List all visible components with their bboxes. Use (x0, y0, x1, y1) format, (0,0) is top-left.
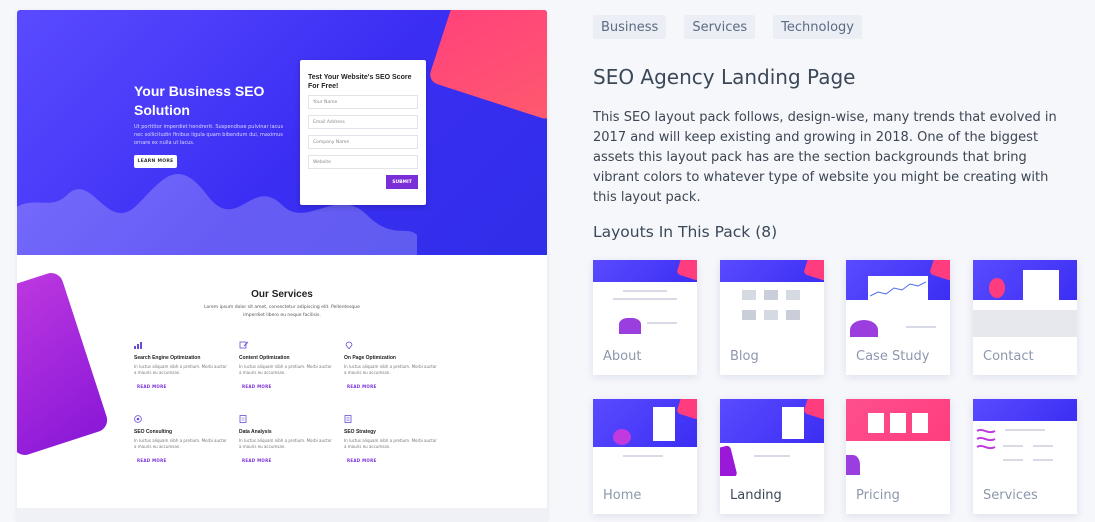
service-item: SEO Consulting In luctus aliquam nibh a … (134, 415, 229, 463)
read-more-link[interactable]: READ MORE (134, 458, 229, 463)
service-name: On Page Optimization (344, 355, 396, 361)
service-name: SEO Consulting (134, 429, 173, 435)
page-title: SEO Agency Landing Page (593, 65, 856, 89)
service-item: Data Analysis In luctus aliquam nibh a p… (239, 415, 334, 463)
submit-button[interactable]: SUBMIT (386, 175, 418, 189)
service-desc: In luctus aliquam nibh a pretium. Morbi … (134, 364, 227, 375)
layout-card-contact[interactable]: Contact (973, 260, 1077, 375)
layout-thumbnail (720, 399, 824, 476)
preview-services-section: Our Services Lorem ipsum dolor sit amet,… (17, 255, 547, 522)
hero-text: Ut porttitor imperdiet hendrerit. Suspen… (134, 124, 284, 146)
hero-title: Your Business SEO Solution (134, 83, 265, 118)
preview-hero-section: Your Business SEO Solution Ut porttitor … (17, 10, 547, 255)
service-desc: In luctus aliquam nibh a pretium. Morbi … (239, 364, 332, 375)
document-icon (239, 415, 249, 423)
layout-preview[interactable]: Your Business SEO Solution Ut porttitor … (17, 10, 547, 522)
layout-card-label: Case Study (856, 348, 930, 364)
service-item: SEO Strategy In luctus aliquam nibh a pr… (344, 415, 439, 463)
service-name: Data Analysis (239, 429, 272, 435)
layout-card-label: About (603, 348, 642, 364)
service-desc: In luctus aliquam nibh a pretium. Morbi … (344, 438, 437, 449)
layout-thumbnail (973, 260, 1077, 337)
read-more-link[interactable]: READ MORE (344, 384, 439, 389)
layout-thumbnail (846, 260, 950, 337)
layout-card-blog[interactable]: Blog (720, 260, 824, 375)
seo-score-form: Test Your Website's SEO Score For Free! … (300, 60, 426, 205)
page-description: This SEO layout pack follows, design-wis… (593, 110, 1057, 205)
service-item: Search Engine Optimization In luctus ali… (134, 341, 229, 389)
service-name: Content Optimization (239, 355, 290, 361)
your-name-field[interactable]: Your Name (308, 95, 418, 109)
preview-footer-strip (17, 508, 547, 522)
learn-more-button[interactable]: LEARN MORE (134, 155, 177, 168)
company-name-field[interactable]: Company Name (308, 135, 418, 149)
layouts-heading: Layouts In This Pack (8) (593, 223, 778, 241)
layout-card-about[interactable]: About (593, 260, 697, 375)
bar-chart-icon (134, 341, 144, 349)
layout-card-label: Blog (730, 348, 759, 364)
services-subtitle: Lorem ipsum dolor sit amet, consectetur … (204, 305, 360, 318)
list-icon (344, 415, 354, 423)
read-more-link[interactable]: READ MORE (134, 384, 229, 389)
layout-card-label: Services (983, 487, 1038, 503)
service-desc: In luctus aliquam nibh a pretium. Morbi … (134, 438, 227, 449)
target-icon (134, 415, 144, 423)
layout-card-services[interactable]: Services (973, 399, 1077, 514)
layout-card-home[interactable]: Home (593, 399, 697, 514)
service-item: On Page Optimization In luctus aliquam n… (344, 341, 439, 389)
service-item: Content Optimization In luctus aliquam n… (239, 341, 334, 389)
services-title: Our Services (251, 289, 313, 300)
layout-card-label: Home (603, 487, 642, 503)
form-title: Test Your Website's SEO Score For Free! (308, 74, 412, 90)
edit-icon (239, 341, 249, 349)
tag-technology[interactable]: Technology (773, 15, 862, 39)
service-name: Search Engine Optimization (134, 355, 201, 361)
layout-card-label: Landing (730, 487, 782, 503)
read-more-link[interactable]: READ MORE (344, 458, 439, 463)
tag-services[interactable]: Services (684, 15, 756, 39)
layout-card-pricing[interactable]: Pricing (846, 399, 950, 514)
service-desc: In luctus aliquam nibh a pretium. Morbi … (239, 438, 332, 449)
layout-card-label: Pricing (856, 487, 900, 503)
layout-thumbnail (593, 260, 697, 337)
tag-business[interactable]: Business (593, 15, 667, 39)
pink-shape (427, 10, 547, 122)
read-more-link[interactable]: READ MORE (239, 458, 334, 463)
layout-thumbnail (593, 399, 697, 476)
service-name: SEO Strategy (344, 429, 376, 435)
location-pin-icon (344, 341, 354, 350)
service-desc: In luctus aliquam nibh a pretium. Morbi … (344, 364, 437, 375)
email-address-field[interactable]: Email Address (308, 115, 418, 129)
layout-thumbnail (973, 399, 1077, 476)
layout-thumbnail (720, 260, 824, 337)
layout-card-landing[interactable]: Landing (720, 399, 824, 514)
read-more-link[interactable]: READ MORE (239, 384, 334, 389)
layout-card-case-study[interactable]: Case Study (846, 260, 950, 375)
layout-card-label: Contact (983, 348, 1034, 364)
layout-detail-page: Your Business SEO Solution Ut porttitor … (0, 0, 1095, 522)
category-tags: Business Services Technology (593, 15, 862, 39)
layout-thumbnail (846, 399, 950, 476)
website-field[interactable]: Website (308, 155, 418, 169)
